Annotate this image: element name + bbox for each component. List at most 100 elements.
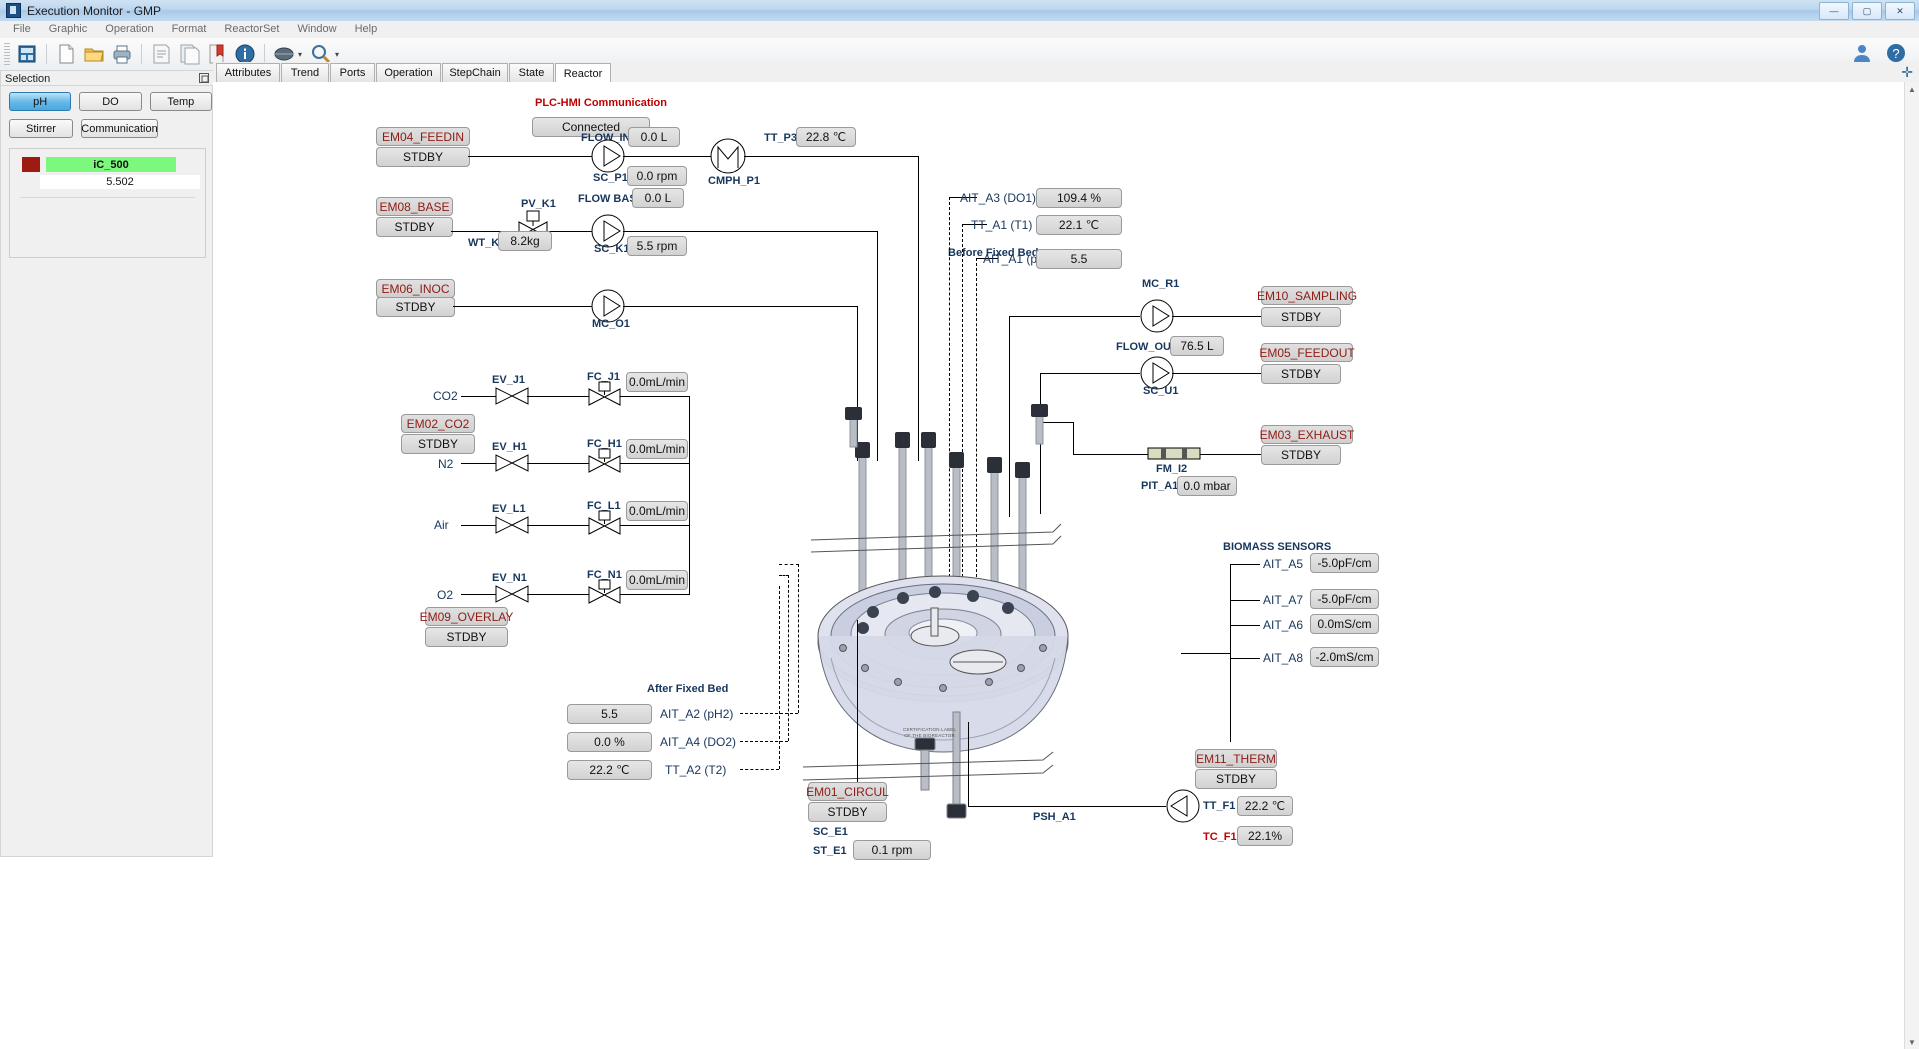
module-em11-therm-name[interactable]: EM11_THERM: [1195, 749, 1277, 768]
biomass-a7-value[interactable]: -5.0pF/cm: [1310, 589, 1379, 609]
pump-sc-p1-icon[interactable]: [591, 139, 625, 173]
compressor-cmph-p1-icon[interactable]: [710, 138, 746, 174]
fc-j1-value[interactable]: 0.0mL/min: [626, 372, 688, 392]
close-button[interactable]: ✕: [1885, 2, 1915, 20]
page-icon[interactable]: [149, 42, 173, 66]
pump-sc-k1-value[interactable]: 5.5 rpm: [627, 236, 687, 256]
tt-f1-value[interactable]: 22.2 ℃: [1237, 796, 1293, 816]
module-em10-sampling-state[interactable]: STDBY: [1261, 307, 1341, 327]
flow-in-value[interactable]: 0.0 L: [628, 127, 680, 147]
module-em03-exhaust-state[interactable]: STDBY: [1261, 445, 1341, 465]
maximize-button[interactable]: ▢: [1852, 2, 1882, 20]
filter-fm-i2-icon[interactable]: [1147, 446, 1201, 462]
toolbar-grip[interactable]: [4, 43, 10, 65]
biomass-a5-value[interactable]: -5.0pF/cm: [1310, 553, 1379, 573]
menu-item-help[interactable]: Help: [346, 21, 387, 38]
tab-operation[interactable]: Operation: [376, 63, 441, 82]
biomass-a6-value[interactable]: 0.0mS/cm: [1310, 614, 1379, 634]
tc-f1-value[interactable]: 22.1%: [1237, 826, 1293, 846]
module-em04-feedin-name[interactable]: EM04_FEEDIN: [376, 127, 470, 146]
menu-item-reactorset[interactable]: ReactorSet: [215, 21, 288, 38]
pit-a1-value[interactable]: 0.0 mbar: [1177, 476, 1237, 496]
weight-wt-k1-value[interactable]: 8.2kg: [498, 231, 552, 251]
fc-l1-valve-icon[interactable]: [588, 510, 621, 535]
open-folder-icon[interactable]: [82, 42, 106, 66]
pump-sc-p1-value[interactable]: 0.0 rpm: [627, 166, 687, 186]
tab-trend[interactable]: Trend: [281, 63, 329, 82]
tab-attributes[interactable]: Attributes: [216, 63, 280, 82]
sidebar-button-communication[interactable]: Communication: [81, 119, 158, 138]
module-em05-feedout-state[interactable]: STDBY: [1261, 364, 1341, 384]
tt-p3-value[interactable]: 22.8 ℃: [796, 127, 856, 147]
zoom-dropdown-caret[interactable]: ▾: [335, 50, 339, 59]
module-em01-circul-state[interactable]: STDBY: [808, 802, 887, 822]
module-em08-base-name[interactable]: EM08_BASE: [376, 197, 453, 216]
biomass-a8-value[interactable]: -2.0mS/cm: [1310, 647, 1379, 667]
sidebar-button-stirrer[interactable]: Stirrer: [9, 119, 73, 138]
menu-item-window[interactable]: Window: [288, 21, 345, 38]
module-em09-overlay-name[interactable]: EM09_OVERLAY: [420, 607, 513, 626]
print-icon[interactable]: [110, 42, 134, 66]
module-em10-sampling-name[interactable]: EM10_SAMPLING: [1257, 286, 1357, 305]
sensor-do2-value[interactable]: 0.0 %: [567, 732, 652, 752]
pump-mc-r1-icon[interactable]: [1140, 299, 1174, 333]
tab-stepchain[interactable]: StepChain: [442, 63, 508, 82]
sensor-t1-value[interactable]: 22.1 ℃: [1036, 215, 1122, 235]
sensor-ph2-value[interactable]: 5.5: [567, 704, 652, 724]
new-document-icon[interactable]: [54, 42, 78, 66]
fc-h1-valve-icon[interactable]: [588, 448, 621, 473]
module-em03-exhaust-name[interactable]: EM03_EXHAUST: [1260, 425, 1354, 444]
pipe-o2-c: [620, 594, 690, 595]
pipe-feedin-a: [468, 156, 608, 157]
scroll-down-arrow[interactable]: ▼: [1905, 1035, 1919, 1049]
fc-j1-valve-icon[interactable]: [588, 381, 621, 406]
valve-ev-n1-icon[interactable]: [495, 585, 529, 603]
sensor-status-swatch: [22, 157, 40, 172]
menu-item-format[interactable]: Format: [163, 21, 216, 38]
canvas-vertical-scrollbar[interactable]: ▲ ▼: [1904, 82, 1919, 1049]
plc-communication-title: PLC-HMI Communication: [535, 97, 667, 109]
menu-item-file[interactable]: File: [4, 21, 40, 38]
sensor-a3-value[interactable]: 109.4 %: [1036, 188, 1122, 208]
module-em08-base-state[interactable]: STDBY: [376, 217, 453, 237]
pin-icon[interactable]: [199, 73, 209, 83]
fc-l1-value[interactable]: 0.0mL/min: [626, 501, 688, 521]
tab-state[interactable]: State: [509, 63, 554, 82]
sensor-t2-value[interactable]: 22.2 ℃: [567, 760, 652, 780]
flow-out-value[interactable]: 76.5 L: [1170, 336, 1224, 356]
st-e1-value[interactable]: 0.1 rpm: [853, 840, 931, 860]
valve-therm-icon[interactable]: [1166, 789, 1200, 823]
valve-ev-j1-icon[interactable]: [495, 387, 529, 405]
scroll-up-arrow[interactable]: ▲: [1905, 82, 1919, 96]
module-em09-overlay-state[interactable]: STDBY: [425, 627, 508, 647]
sidebar-button-temp[interactable]: Temp: [149, 92, 212, 111]
sensor-row[interactable]: iC_500: [10, 149, 205, 172]
new-window-icon[interactable]: [15, 42, 39, 66]
sidebar-button-ph[interactable]: pH: [9, 92, 72, 111]
module-em02-co2-name[interactable]: EM02_CO2: [401, 414, 475, 433]
sidebar-button-do[interactable]: DO: [79, 92, 142, 111]
module-em11-therm-state[interactable]: STDBY: [1195, 769, 1277, 789]
minimize-button[interactable]: —: [1819, 2, 1849, 20]
module-em06-inoc-name[interactable]: EM06_INOC: [376, 279, 455, 298]
module-em02-co2-state[interactable]: STDBY: [401, 434, 475, 454]
fc-n1-valve-icon[interactable]: [588, 579, 621, 604]
mouse-dropdown-caret[interactable]: ▾: [298, 50, 302, 59]
copy-page-icon[interactable]: [177, 42, 201, 66]
module-em06-inoc-state[interactable]: STDBY: [376, 297, 455, 317]
flow-base-value[interactable]: 0.0 L: [632, 188, 684, 208]
sensor-value-field[interactable]: 5.502: [40, 175, 200, 189]
menu-item-graphic[interactable]: Graphic: [40, 21, 97, 38]
add-tab-button[interactable]: ✛: [1901, 64, 1913, 81]
tab-ports[interactable]: Ports: [330, 63, 375, 82]
menu-item-operation[interactable]: Operation: [96, 21, 162, 38]
module-em05-feedout-name[interactable]: EM05_FEEDOUT: [1259, 343, 1355, 362]
valve-ev-l1-icon[interactable]: [495, 516, 529, 534]
module-em04-feedin-state[interactable]: STDBY: [376, 147, 470, 167]
fc-n1-value[interactable]: 0.0mL/min: [626, 570, 688, 590]
tab-reactor[interactable]: Reactor: [555, 63, 611, 84]
fc-h1-value[interactable]: 0.0mL/min: [626, 439, 688, 459]
module-em01-circul-name[interactable]: EM01_CIRCUL: [806, 782, 889, 801]
valve-ev-h1-icon[interactable]: [495, 454, 529, 472]
sensor-ph1-value[interactable]: 5.5: [1036, 249, 1122, 269]
